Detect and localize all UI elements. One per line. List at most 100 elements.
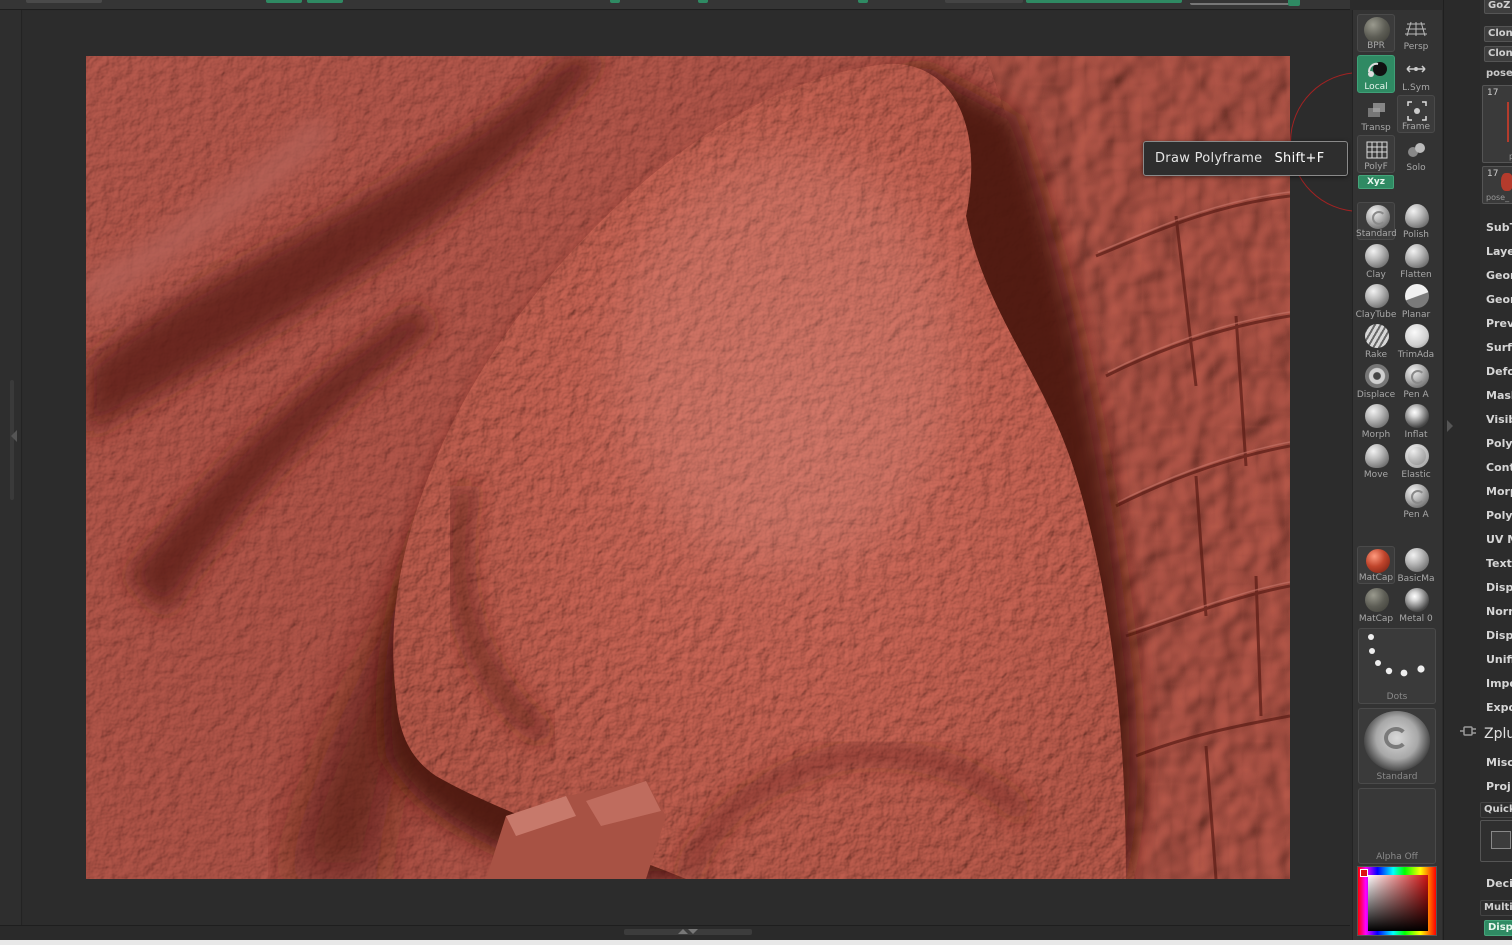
- brush-claytubes-button[interactable]: ClayTube: [1356, 282, 1396, 320]
- material-matcap-gray-button[interactable]: MatCap: [1357, 586, 1395, 624]
- expand-bottom-tray-icon[interactable]: [678, 929, 688, 934]
- transp-button[interactable]: Transp: [1357, 95, 1395, 133]
- alpha-selector[interactable]: Alpha Off: [1358, 788, 1436, 864]
- goz-button[interactable]: GoZ: [1484, 0, 1512, 14]
- color-saturation-square[interactable]: [1368, 875, 1428, 931]
- xyz-symmetry-button[interactable]: Xyz: [1358, 175, 1394, 189]
- quicksketch-header[interactable]: Quick: [1480, 802, 1512, 818]
- menu-visibility[interactable]: Visib: [1486, 413, 1512, 426]
- menu-geometry[interactable]: Geon: [1486, 269, 1512, 282]
- tool-thumbnail-1[interactable]: 17 po: [1482, 85, 1512, 163]
- top-tab-1[interactable]: [26, 0, 102, 3]
- frame-label: Frame: [1401, 122, 1431, 132]
- polish-brush-icon: [1405, 204, 1429, 228]
- palette-tray-arrow-icon[interactable]: [1447, 420, 1453, 432]
- morph-brush-icon: [1365, 404, 1389, 428]
- menu-import[interactable]: Impo: [1486, 677, 1512, 690]
- displace-brush-icon: [1365, 364, 1389, 388]
- menu-misc-utilities[interactable]: Misc: [1486, 756, 1512, 769]
- brush-pen-a-2-button[interactable]: Pen A: [1397, 482, 1435, 520]
- move-brush-icon: [1365, 444, 1389, 468]
- expand-left-tray-icon[interactable]: [11, 430, 17, 442]
- brush-planar-button[interactable]: Planar: [1397, 282, 1435, 320]
- menu-surface[interactable]: Surf: [1486, 341, 1512, 354]
- main-color-swatch[interactable]: [1360, 869, 1368, 877]
- bpr-button[interactable]: BPR: [1357, 14, 1395, 52]
- brush-move-button[interactable]: Move: [1357, 442, 1395, 480]
- clone-button[interactable]: Clone: [1484, 26, 1512, 42]
- menu-geometry-hd[interactable]: Geon: [1486, 293, 1512, 306]
- brush-inflate-button[interactable]: Inflat: [1397, 402, 1435, 440]
- palette-scroll-strip[interactable]: [1444, 0, 1480, 940]
- material-metal-button[interactable]: Metal 0: [1397, 586, 1435, 624]
- top-slider[interactable]: [1190, 3, 1300, 5]
- brush-label: Rake: [1365, 350, 1387, 360]
- top-field[interactable]: [945, 0, 1023, 3]
- brush-flatten-button[interactable]: Flatten: [1397, 242, 1435, 280]
- menu-polygroups[interactable]: Poly: [1486, 437, 1512, 450]
- current-brush-selector[interactable]: Standard: [1358, 708, 1436, 784]
- basic-material-icon: [1405, 548, 1429, 572]
- menu-polypaint[interactable]: Poly: [1486, 509, 1512, 522]
- brush-trimadaptive-button[interactable]: TrimAda: [1397, 322, 1435, 360]
- tool-thumbnail-preview: [1501, 173, 1512, 191]
- top-slider-knob[interactable]: [1288, 0, 1300, 6]
- brush-preview-label: Standard: [1376, 772, 1418, 782]
- brush-standard-button[interactable]: Standard: [1356, 202, 1396, 240]
- zplugin-menu-header[interactable]: Zplu: [1484, 726, 1512, 742]
- color-picker[interactable]: [1357, 866, 1437, 936]
- brush-displace-button[interactable]: Displace: [1357, 362, 1395, 400]
- menu-layers[interactable]: Laye: [1486, 245, 1512, 258]
- brush-pen-a-button[interactable]: Pen A: [1397, 362, 1435, 400]
- polyf-button[interactable]: PolyF: [1357, 135, 1395, 173]
- alpha-label: Alpha Off: [1376, 852, 1418, 862]
- lsym-button[interactable]: L.Sym: [1397, 55, 1435, 93]
- brush-morph-button[interactable]: Morph: [1357, 402, 1395, 440]
- menu-preview[interactable]: Prev: [1486, 317, 1512, 330]
- clay-brush-icon: [1365, 244, 1389, 268]
- brush-label: Pen A: [1403, 390, 1429, 400]
- menu-uv-map[interactable]: UV M: [1486, 533, 1512, 546]
- brush-clay-button[interactable]: Clay: [1357, 242, 1395, 280]
- menu-masking[interactable]: Mask: [1486, 389, 1512, 402]
- quicksketch-panel[interactable]: [1480, 820, 1512, 862]
- menu-display-properties[interactable]: Displ: [1486, 629, 1512, 642]
- planar-brush-icon: [1405, 284, 1429, 308]
- solo-button[interactable]: Solo: [1397, 135, 1435, 173]
- brush-polish-button[interactable]: Polish: [1397, 202, 1435, 240]
- tool-palette: GoZ Clone Clone pose 17 po 17 pose_ SubT…: [1443, 0, 1512, 940]
- material-label: Metal 0: [1399, 614, 1433, 624]
- menu-subtool[interactable]: SubT: [1486, 221, 1512, 234]
- tool-thumbnail-2[interactable]: 17 pose_: [1482, 166, 1512, 204]
- frame-button[interactable]: Frame: [1397, 95, 1435, 133]
- collapse-bottom-tray-icon[interactable]: [688, 929, 698, 934]
- displ-toggle-button[interactable]: Displ: [1484, 920, 1512, 936]
- persp-button[interactable]: Persp: [1397, 14, 1435, 52]
- top-tab-3[interactable]: [307, 0, 343, 3]
- canvas-viewport[interactable]: [86, 56, 1290, 879]
- menu-displacement-map[interactable]: Displ: [1486, 581, 1512, 594]
- menu-morph-target[interactable]: Morp: [1486, 485, 1512, 498]
- menu-normal-map[interactable]: Norn: [1486, 605, 1512, 618]
- menu-projection-master[interactable]: Proj: [1486, 780, 1511, 793]
- zplugin-plug-icon[interactable]: [1459, 724, 1477, 738]
- material-basic-button[interactable]: BasicMa: [1397, 546, 1435, 584]
- menu-unified-skin[interactable]: Unifi: [1486, 653, 1512, 666]
- top-slider-green[interactable]: [1026, 0, 1182, 3]
- brush-elastic-button[interactable]: Elastic: [1397, 442, 1435, 480]
- menu-contact[interactable]: Cont: [1486, 461, 1512, 474]
- stroke-selector[interactable]: Dots: [1358, 628, 1436, 704]
- top-tab-2[interactable]: [266, 0, 302, 3]
- local-symmetry-icon: [1406, 65, 1426, 73]
- multi-map-exporter-header[interactable]: Multi: [1480, 900, 1512, 916]
- brush-rake-button[interactable]: Rake: [1357, 322, 1395, 360]
- standard-brush-preview-icon: [1364, 711, 1430, 771]
- menu-decimation-master[interactable]: Deci: [1486, 877, 1512, 890]
- menu-deformation[interactable]: Defo: [1486, 365, 1512, 378]
- flatten-brush-icon: [1405, 244, 1429, 268]
- menu-export[interactable]: Expo: [1486, 701, 1512, 714]
- clone-button-2[interactable]: Clone: [1484, 46, 1512, 62]
- local-button[interactable]: Local: [1357, 55, 1395, 93]
- material-matcap-red-button[interactable]: MatCap: [1357, 546, 1395, 584]
- menu-texture-map[interactable]: Text: [1486, 557, 1512, 570]
